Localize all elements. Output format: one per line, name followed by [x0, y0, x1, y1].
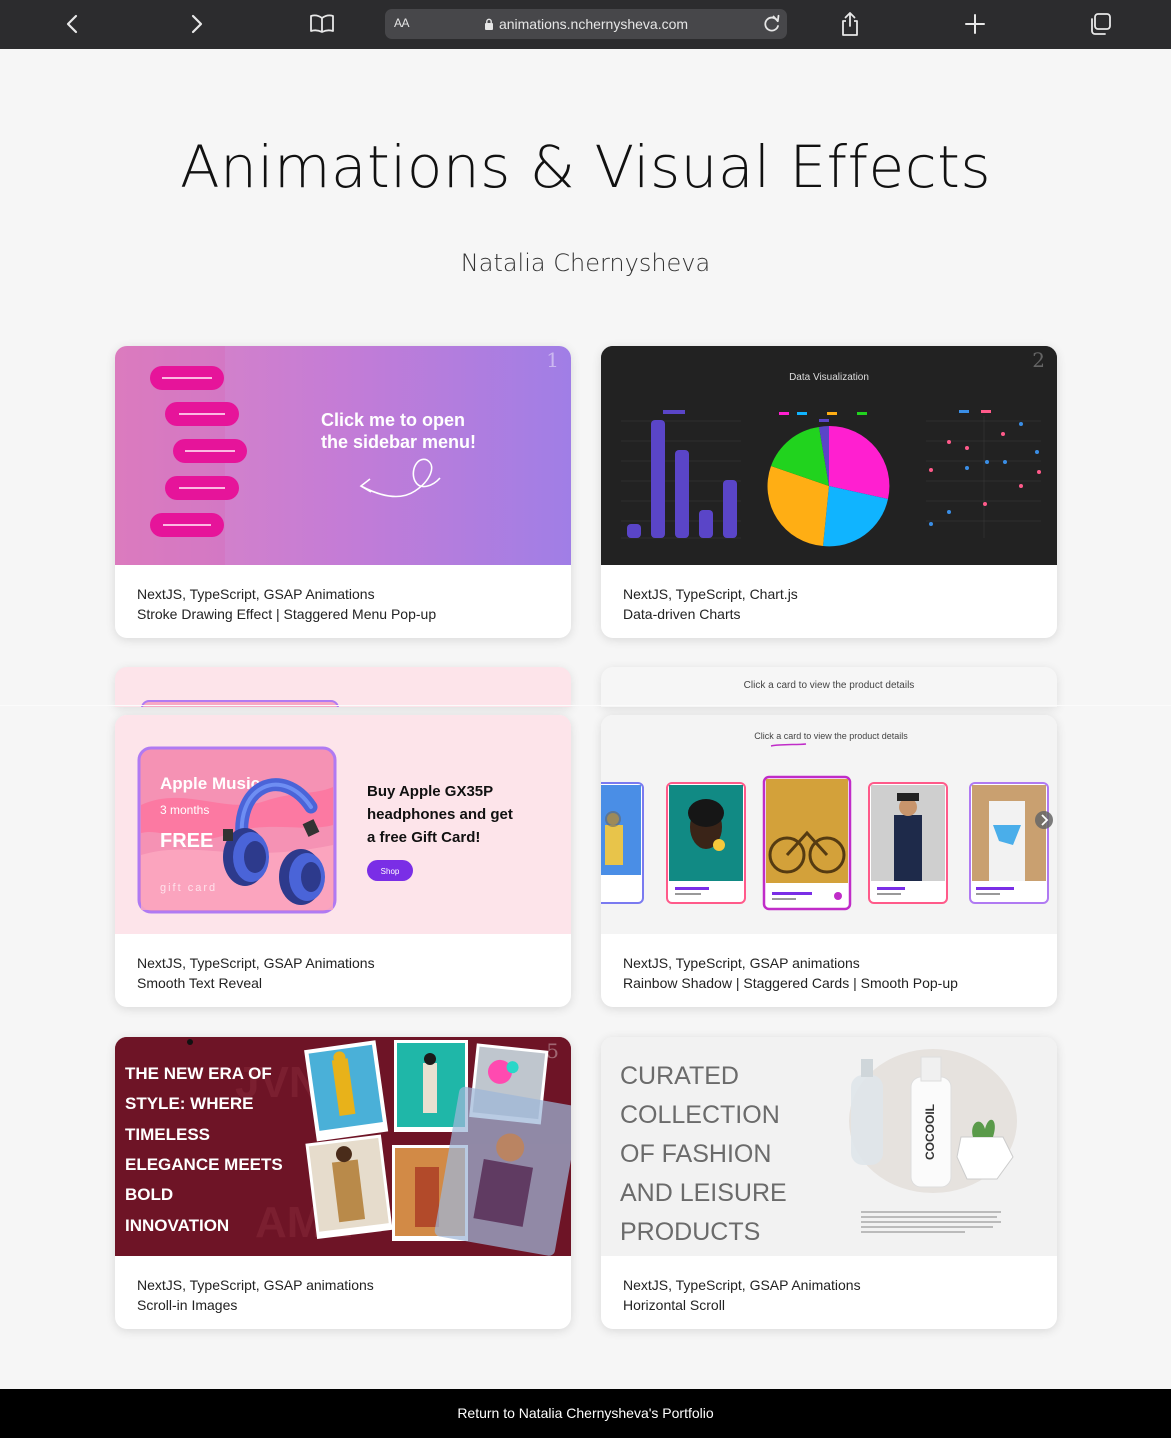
headline-line-1: THE NEW ERA OF — [125, 1064, 272, 1083]
card-tech-stack: NextJS, TypeScript, GSAP Animations — [623, 1277, 861, 1293]
product-hint-text: Click a card to view the product details — [754, 731, 908, 741]
headline-line-4: ELEGANCE MEETS — [125, 1155, 283, 1174]
return-to-portfolio-link[interactable]: Return to Natalia Chernysheva's Portfoli… — [457, 1405, 713, 1421]
card-description: Data-driven Charts — [623, 606, 741, 622]
collection-line-2: COLLECTION — [620, 1101, 780, 1129]
headline-line-3: TIMELESS — [125, 1125, 210, 1144]
card-preview-staggered-cards: Click a card to view the product details — [601, 715, 1057, 934]
card-overlap-ghost-right: Click a card to view the product details — [601, 667, 1057, 707]
back-icon[interactable] — [56, 8, 88, 40]
project-card-horizontal-scroll[interactable]: CURATED COLLECTION OF FASHION AND LEISUR… — [601, 1037, 1057, 1329]
card-description: Stroke Drawing Effect | Staggered Menu P… — [137, 606, 437, 622]
card-number: 2 — [1032, 348, 1045, 372]
project-card-staggered-cards[interactable]: Click a card to view the product details — [601, 715, 1057, 1007]
footer-bar: Return to Natalia Chernysheva's Portfoli… — [0, 1389, 1171, 1438]
preview-chart-title: Data Visualization — [789, 372, 869, 383]
promo-headline-1: Buy Apple GX35P — [367, 783, 493, 800]
card-preview-scroll-in-images: JVNE AME THE NEW ERA OF STYLE: WHERE TIM… — [115, 1037, 571, 1256]
promo-headline-2: headphones and get — [367, 806, 513, 823]
page-content: Animations & Visual Effects Natalia Cher… — [0, 49, 1171, 1389]
card-preview-charts: Data Visualization 2 — [601, 346, 1057, 565]
card-tech-stack: NextJS, TypeScript, GSAP Animations — [137, 586, 375, 602]
promo-headline-3: a free Gift Card! — [367, 829, 480, 846]
promo-months: 3 months — [160, 803, 209, 817]
promo-app-name: Apple Music — [160, 774, 260, 793]
card-caption: NextJS, TypeScript, GSAP animations Rain… — [623, 953, 958, 993]
card-preview-text-reveal: Apple Music 3 months FREE gift card Buy … — [115, 715, 571, 934]
card-preview-sidebar-menu: Click me to open the sidebar menu! 1 — [115, 346, 571, 565]
reload-icon[interactable] — [762, 13, 782, 38]
promo-shop-button[interactable]: Shop — [381, 867, 400, 876]
collection-line-5: PRODUCTS — [620, 1218, 760, 1246]
project-card-charts[interactable]: Data Visualization 2 NextJS, TypeScript,… — [601, 346, 1057, 638]
card-caption: NextJS, TypeScript, GSAP animations Scro… — [137, 1275, 374, 1315]
project-card-scroll-in-images[interactable]: JVNE AME THE NEW ERA OF STYLE: WHERE TIM… — [115, 1037, 571, 1329]
card-preview-horizontal-scroll: CURATED COLLECTION OF FASHION AND LEISUR… — [601, 1037, 1057, 1256]
headline-line-6: INNOVATION — [125, 1216, 229, 1235]
url-text: animations.nchernysheva.com — [498, 16, 689, 32]
browser-toolbar: AA animations.nchernysheva.com — [0, 0, 1171, 49]
overlap-divider — [0, 705, 1171, 706]
collection-line-4: AND LEISURE — [620, 1179, 787, 1207]
card-description: Horizontal Scroll — [623, 1297, 725, 1313]
forward-icon[interactable] — [181, 8, 213, 40]
collection-line-1: CURATED — [620, 1062, 739, 1090]
tabs-overview-icon[interactable] — [1084, 8, 1116, 40]
card-description: Scroll-in Images — [137, 1297, 238, 1313]
sidebar-cta-line-1: Click me to open — [321, 410, 465, 430]
lock-icon — [484, 17, 494, 33]
sidebar-cta-line-2: the sidebar menu! — [321, 432, 476, 452]
card-caption: NextJS, TypeScript, GSAP Animations Stro… — [137, 584, 436, 624]
project-card-sidebar-menu[interactable]: Click me to open the sidebar menu! 1 Nex… — [115, 346, 571, 638]
promo-gift: gift card — [160, 882, 217, 894]
ghost-hint-text: Click a card to view the product details — [743, 680, 915, 691]
card-number: 1 — [546, 348, 559, 372]
card-tech-stack: NextJS, TypeScript, GSAP Animations — [137, 955, 375, 971]
author-name: Natalia Chernysheva — [460, 249, 711, 277]
bookmarks-icon[interactable] — [306, 8, 338, 40]
new-tab-icon[interactable] — [959, 8, 991, 40]
share-icon[interactable] — [834, 8, 866, 40]
promo-free: FREE — [160, 830, 213, 852]
page-title: Animations & Visual Effects — [179, 133, 992, 201]
card-caption: NextJS, TypeScript, GSAP Animations Smoo… — [137, 953, 375, 993]
card-caption: NextJS, TypeScript, Chart.js Data-driven… — [623, 584, 798, 624]
card-caption: NextJS, TypeScript, GSAP Animations Hori… — [623, 1275, 861, 1315]
card-tech-stack: NextJS, TypeScript, GSAP animations — [137, 1277, 374, 1293]
card-number: 5 — [546, 1039, 559, 1063]
card-tech-stack: NextJS, TypeScript, Chart.js — [623, 586, 798, 602]
collection-line-3: OF FASHION — [620, 1140, 771, 1168]
card-description: Rainbow Shadow | Staggered Cards | Smoot… — [623, 975, 958, 991]
bottle-label: COCOOIL — [923, 1104, 937, 1160]
address-bar[interactable]: AA animations.nchernysheva.com — [385, 9, 787, 39]
headline-line-5: BOLD — [125, 1185, 173, 1204]
card-description: Smooth Text Reveal — [137, 975, 263, 991]
headline-line-2: STYLE: WHERE — [125, 1094, 253, 1113]
card-tech-stack: NextJS, TypeScript, GSAP animations — [623, 955, 860, 971]
card-overlap-ghost-left — [115, 667, 571, 707]
project-card-text-reveal[interactable]: Apple Music 3 months FREE gift card Buy … — [115, 715, 571, 1007]
